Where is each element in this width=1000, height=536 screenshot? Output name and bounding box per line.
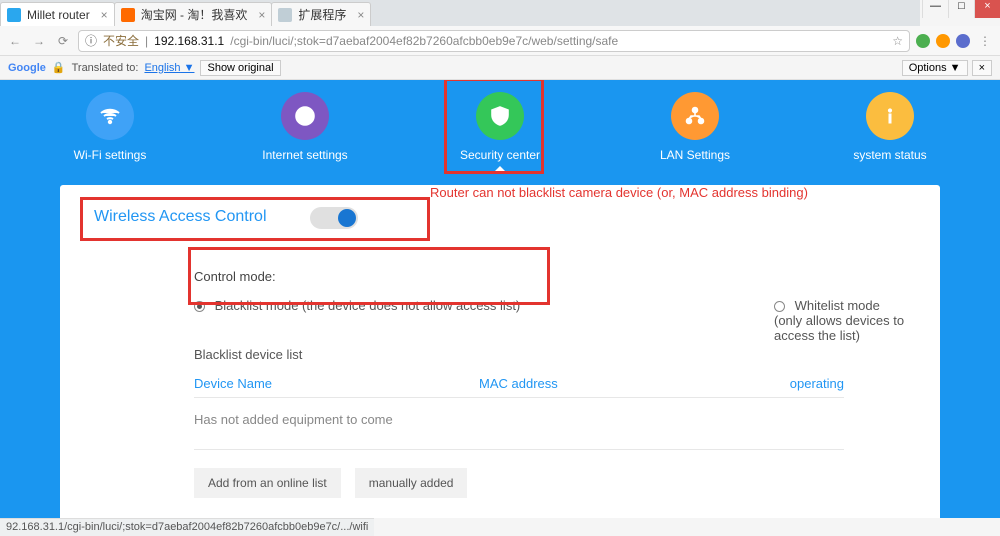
tab-millet-router[interactable]: Millet router × (0, 2, 115, 26)
window-close[interactable]: × (974, 0, 1000, 18)
url-path: /cgi-bin/luci/;stok=d7aebaf2004ef82b7260… (230, 34, 618, 48)
nav-label: Internet settings (250, 148, 360, 162)
favicon-icon (121, 8, 135, 22)
nav-wifi-settings[interactable]: Wi-Fi settings (55, 86, 165, 185)
forward-button[interactable]: → (30, 34, 48, 48)
extension-icon[interactable] (936, 34, 950, 48)
translate-language[interactable]: English ▼ (144, 62, 194, 74)
address-bar[interactable]: ⓘ 不安全 | 192.168.31.1/cgi-bin/luci/;stok=… (78, 30, 910, 52)
window-max[interactable]: □ (948, 0, 974, 18)
bookmark-icon[interactable]: ☆ (892, 34, 903, 48)
access-control-toggle[interactable] (310, 207, 358, 229)
annotation-text: Router can not blacklist camera device (… (430, 185, 808, 200)
shield-icon (476, 92, 524, 140)
show-original-button[interactable]: Show original (200, 60, 280, 76)
col-operating: operating (764, 376, 844, 391)
extension-icon[interactable] (956, 34, 970, 48)
nav-label: system status (835, 148, 945, 162)
back-button[interactable]: ← (6, 34, 24, 48)
whitelist-radio[interactable] (774, 301, 785, 312)
tab-label: Millet router (27, 8, 90, 22)
nav-label: Wi-Fi settings (55, 148, 165, 162)
extension-icon[interactable] (916, 34, 930, 48)
section-title: Wireless Access Control (94, 208, 267, 225)
nav-internet-settings[interactable]: Internet settings (250, 86, 360, 185)
insecure-label: 不安全 (103, 32, 139, 49)
blacklist-radio[interactable] (194, 301, 205, 312)
translate-options-button[interactable]: Options ▼ (902, 60, 968, 76)
window-min[interactable]: — (922, 0, 948, 18)
translate-close-button[interactable]: × (972, 60, 992, 76)
status-bar: 92.168.31.1/cgi-bin/luci/;stok=d7aebaf20… (0, 518, 374, 536)
tab-label: 淘宝网 - 淘！我喜欢 (141, 6, 248, 23)
close-icon[interactable]: × (357, 8, 364, 22)
tab-label: 扩展程序 (298, 6, 346, 23)
menu-icon[interactable]: ⋮ (976, 34, 994, 48)
google-logo: Google (8, 62, 46, 74)
nav-security-center[interactable]: Security center (445, 86, 555, 185)
tab-taobao[interactable]: 淘宝网 - 淘！我喜欢 × (114, 2, 273, 26)
col-device-name: Device Name (194, 376, 479, 391)
reload-button[interactable]: ⟳ (54, 34, 72, 48)
favicon-icon (278, 8, 292, 22)
browser-toolbar: ← → ⟳ ⓘ 不安全 | 192.168.31.1/cgi-bin/luci/… (0, 26, 1000, 56)
empty-state: Has not added equipment to come (194, 412, 844, 450)
info-icon: ⓘ (85, 32, 97, 49)
nav-label: LAN Settings (640, 148, 750, 162)
close-icon[interactable]: × (258, 8, 265, 22)
list-title: Blacklist device list (194, 347, 906, 362)
whitelist-option-label: Whitelist mode (only allows devices to a… (774, 298, 904, 343)
add-manual-button[interactable]: manually added (355, 468, 468, 498)
blacklist-option-label: Blacklist mode (the device does not allo… (215, 298, 521, 313)
col-mac-address: MAC address (479, 376, 764, 391)
nav-lan-settings[interactable]: LAN Settings (640, 86, 750, 185)
control-mode-label: Control mode: (194, 269, 906, 284)
add-online-button[interactable]: Add from an online list (194, 468, 341, 498)
network-icon (671, 92, 719, 140)
url-host: 192.168.31.1 (154, 34, 224, 48)
globe-icon (281, 92, 329, 140)
wifi-icon (86, 92, 134, 140)
favicon-icon (7, 8, 21, 22)
nav-label: Security center (445, 148, 555, 162)
nav-selected-indicator (492, 166, 508, 174)
close-icon[interactable]: × (101, 8, 108, 22)
router-topnav: Wi-Fi settings Internet settings Securit… (0, 80, 1000, 185)
browser-tabbar: Millet router × 淘宝网 - 淘！我喜欢 × 扩展程序 × (0, 0, 920, 26)
tab-extensions[interactable]: 扩展程序 × (271, 2, 371, 26)
translate-label: Translated to: (72, 62, 139, 74)
table-header: Device Name MAC address operating (194, 376, 844, 398)
info-icon (866, 92, 914, 140)
translate-bar: Google 🔒 Translated to: English ▼ Show o… (0, 56, 1000, 80)
nav-system-status[interactable]: system status (835, 86, 945, 185)
content-card: Router can not blacklist camera device (… (60, 185, 940, 518)
lock-icon: 🔒 (52, 61, 66, 74)
